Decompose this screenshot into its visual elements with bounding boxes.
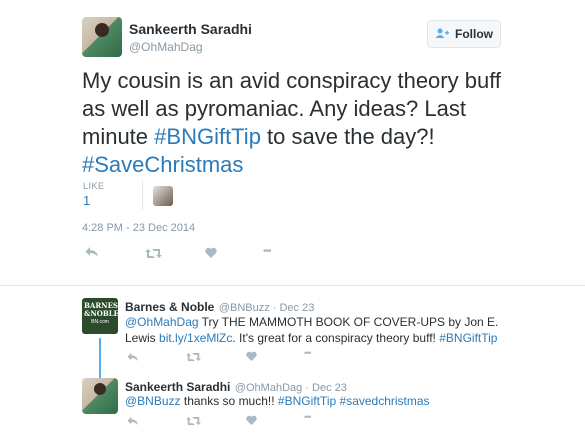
hashtag-link[interactable]: #BNGiftTip	[154, 124, 261, 149]
author-avatar[interactable]	[82, 17, 122, 57]
stat-divider	[142, 180, 143, 210]
like-icon[interactable]	[205, 246, 217, 261]
reply-author-name[interactable]: Barnes & Noble	[125, 300, 214, 314]
bn-logo-line: BN.com	[91, 319, 109, 325]
reply-text-body: thanks so much!!	[180, 394, 278, 408]
author-handle[interactable]: @OhMahDag	[129, 40, 203, 54]
likes-count[interactable]: 1	[83, 193, 90, 208]
like-icon[interactable]	[246, 349, 257, 364]
reply-icon[interactable]	[127, 414, 139, 429]
mention-link[interactable]: @OhMahDag	[125, 315, 199, 329]
reply-text-body: . It's great for a conspiracy theory buf…	[232, 331, 440, 345]
hashtag-link[interactable]: #BNGiftTip	[278, 394, 336, 408]
reply-text: @OhMahDag Try THE MAMMOTH BOOK OF COVER-…	[125, 314, 505, 346]
retweet-icon[interactable]	[186, 350, 201, 365]
hashtag-link[interactable]: #BNGiftTip	[439, 331, 497, 345]
retweet-icon[interactable]	[145, 247, 162, 262]
tweet-timestamp[interactable]: 4:28 PM - 23 Dec 2014	[82, 222, 195, 234]
reply-author-handle[interactable]: @BNBuzz · Dec 23	[219, 302, 315, 314]
reply-avatar[interactable]	[82, 378, 118, 414]
more-icon[interactable]: •••	[304, 348, 312, 358]
follow-label: Follow	[455, 27, 493, 41]
more-icon[interactable]: •••	[263, 246, 271, 257]
reply-author-name[interactable]: Sankeerth Saradhi	[125, 380, 230, 394]
reply-text: @BNBuzz thanks so much!! #BNGiftTip #sav…	[125, 393, 505, 409]
reply-icon[interactable]	[127, 350, 139, 365]
bn-avatar[interactable]: BARNES &NOBLE BN.com	[82, 298, 119, 334]
like-icon[interactable]	[246, 413, 257, 428]
hashtag-link[interactable]: #SaveChristmas	[82, 152, 243, 177]
tweet-text-body: to save the day?!	[260, 124, 435, 149]
author-name[interactable]: Sankeerth Saradhi	[129, 21, 252, 37]
follow-button[interactable]: Follow	[427, 20, 501, 48]
retweet-icon[interactable]	[186, 414, 201, 429]
add-user-icon	[435, 27, 449, 41]
section-divider	[0, 285, 585, 286]
reply-icon[interactable]	[85, 246, 99, 261]
tweet-text: My cousin is an avid conspiracy theory b…	[82, 67, 522, 179]
thread-connector	[99, 338, 101, 382]
likes-label: LIKE	[83, 181, 105, 191]
bn-logo-line: &NOBLE	[84, 309, 119, 318]
liker-avatar[interactable]	[153, 186, 173, 206]
hashtag-link[interactable]: #savedchristmas	[340, 394, 430, 408]
more-icon[interactable]: •••	[304, 412, 312, 422]
url-link[interactable]: bit.ly/1xeMlZc	[159, 331, 232, 345]
mention-link[interactable]: @BNBuzz	[125, 394, 181, 408]
